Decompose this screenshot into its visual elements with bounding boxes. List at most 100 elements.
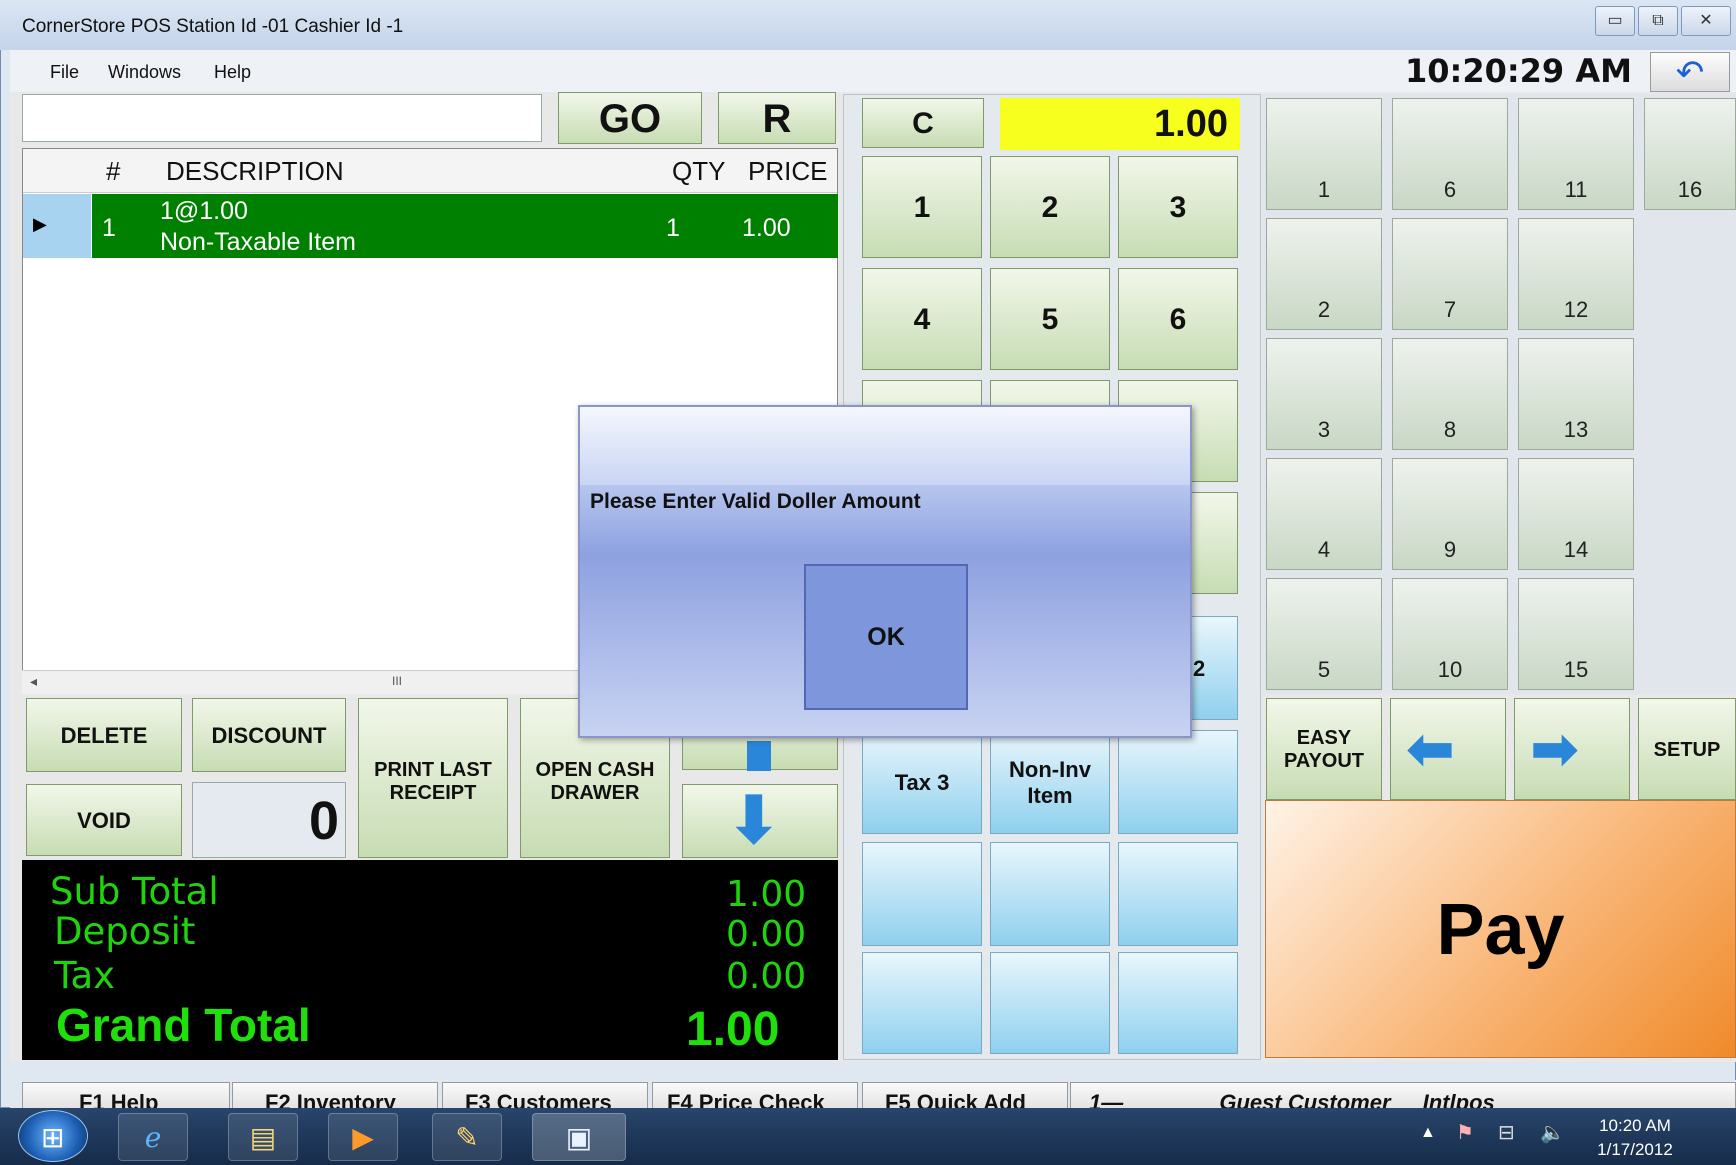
quick-key-label: 1 [1317,177,1331,202]
go-button[interactable]: GO [558,92,702,144]
media-player-icon[interactable]: ▶ [328,1113,398,1161]
window-title: CornerStore POS Station Id -01 Cashier I… [22,16,404,37]
key-2[interactable]: 2 [990,156,1110,258]
grand-total-label: Grand Total [56,999,311,1051]
quick-key-1[interactable]: 1 [1266,98,1382,210]
scroll-grip: III [392,674,403,688]
quick-key-label: 3 [1317,417,1331,442]
key-6[interactable]: 6 [1118,268,1238,370]
quick-key-3[interactable]: 3 [1266,338,1382,450]
tax-value: 0.00 [726,956,807,997]
row-qty: 1 [666,214,680,242]
amount-display: 1.00 [1000,98,1240,150]
non-inv-item-button[interactable]: Non-Inv Item [990,730,1110,834]
blue-key-10[interactable] [862,952,982,1054]
qty-display: 0 [192,782,346,858]
blue-key-6[interactable] [1118,730,1238,834]
quick-key-label: 10 [1437,657,1463,682]
scroll-down-button[interactable]: ⬇ [682,784,838,858]
undo-arrow-icon: ↶ [1675,54,1705,92]
key-5[interactable]: 5 [990,268,1110,370]
setup-button[interactable]: SETUP [1638,698,1736,800]
quick-key-7[interactable]: 7 [1392,218,1508,330]
tax-label: Tax [54,954,116,997]
network-icon[interactable]: ⊟ [1498,1120,1515,1145]
deposit-value: 0.00 [726,914,807,955]
quick-key-8[interactable]: 8 [1392,338,1508,450]
dialog-message: Please Enter Valid Doller Amount [590,490,921,513]
quick-key-label: 5 [1317,657,1331,682]
col-header-qty: QTY [672,156,726,186]
deposit-label: Deposit [54,910,196,953]
quick-key-label: 6 [1443,177,1457,202]
void-button[interactable]: VOID [26,784,182,856]
row-number: 1 [102,214,116,242]
blue-key-12[interactable] [1118,952,1238,1054]
minimize-button[interactable]: ▭ [1595,6,1635,36]
blue-key-9[interactable] [1118,842,1238,946]
clear-button[interactable]: C [862,98,984,148]
delete-button[interactable]: DELETE [26,698,182,772]
col-header-description: DESCRIPTION [166,156,344,186]
quick-key-label: 11 [1564,177,1588,202]
quick-key-15[interactable]: 15 [1518,578,1634,690]
quick-key-6[interactable]: 6 [1392,98,1508,210]
file-explorer-icon[interactable]: ▤ [228,1113,298,1161]
easy-payout-button[interactable]: EASY PAYOUT [1266,698,1382,800]
col-header-number: # [106,156,121,186]
horizontal-scrollbar[interactable]: ◂ III [22,670,582,694]
menu-help[interactable]: Help [214,62,251,83]
pay-button[interactable]: Pay [1265,800,1736,1058]
paint-icon[interactable]: ✎ [432,1113,502,1161]
key-1[interactable]: 1 [862,156,982,258]
r-button[interactable]: R [718,92,836,144]
quick-key-label: 8 [1443,417,1457,442]
quick-key-label: 12 [1563,297,1589,322]
discount-button[interactable]: DISCOUNT [192,698,346,772]
pos-app-taskbar-icon[interactable]: ▣ [532,1113,626,1161]
quick-key-label: 15 [1563,657,1589,682]
taskbar-date[interactable]: 1/17/2012 [1592,1140,1678,1160]
menu-windows[interactable]: Windows [108,62,181,83]
col-header-price: PRICE [748,156,828,186]
internet-explorer-icon[interactable]: e [118,1113,188,1161]
action-center-icon[interactable]: ⚑ [1456,1120,1474,1145]
undo-button[interactable]: ↶ [1650,52,1730,92]
clock: 10:20:29 AM [1405,52,1632,90]
start-button[interactable]: ⊞ [18,1110,88,1162]
tax-3-button[interactable]: Tax 3 [862,730,982,834]
quick-key-label: 9 [1443,537,1457,562]
volume-muted-icon[interactable]: 🔈 [1540,1120,1565,1145]
arrow-up-icon [747,741,771,771]
quick-key-2[interactable]: 2 [1266,218,1382,330]
quick-key-14[interactable]: 14 [1518,458,1634,570]
restore-button[interactable]: ⧉ [1638,6,1678,36]
key-3[interactable]: 3 [1118,156,1238,258]
quick-key-9[interactable]: 9 [1392,458,1508,570]
grand-total-value: 1.00 [686,1003,780,1056]
key-4[interactable]: 4 [862,268,982,370]
quick-key-5[interactable]: 5 [1266,578,1382,690]
taskbar-time[interactable]: 10:20 AM [1592,1116,1678,1136]
quick-key-12[interactable]: 12 [1518,218,1634,330]
quick-key-10[interactable]: 10 [1392,578,1508,690]
nav-right-button[interactable]: ➡ [1514,698,1630,800]
quick-key-13[interactable]: 13 [1518,338,1634,450]
windows-logo-icon: ⊞ [41,1122,65,1153]
print-last-receipt-button[interactable]: PRINT LAST RECEIPT [358,698,508,858]
show-hidden-icons[interactable]: ▲ [1420,1124,1436,1142]
quick-key-4[interactable]: 4 [1266,458,1382,570]
row-selector[interactable]: ▶ [23,194,91,258]
menu-file[interactable]: File [50,62,79,83]
ok-button[interactable]: OK [804,564,968,710]
nav-left-button[interactable]: ⬅ [1390,698,1506,800]
blue-key-11[interactable] [990,952,1110,1054]
arrow-left-icon: ⬅ [1407,717,1454,780]
blue-key-8[interactable] [990,842,1110,946]
barcode-input[interactable] [22,94,542,142]
arrow-down-icon: ⬇ [727,784,781,856]
blue-key-7[interactable] [862,842,982,946]
quick-key-16[interactable]: 16 [1644,98,1736,210]
quick-key-11[interactable]: 11 [1518,98,1634,210]
close-button[interactable]: ✕ [1681,6,1731,36]
